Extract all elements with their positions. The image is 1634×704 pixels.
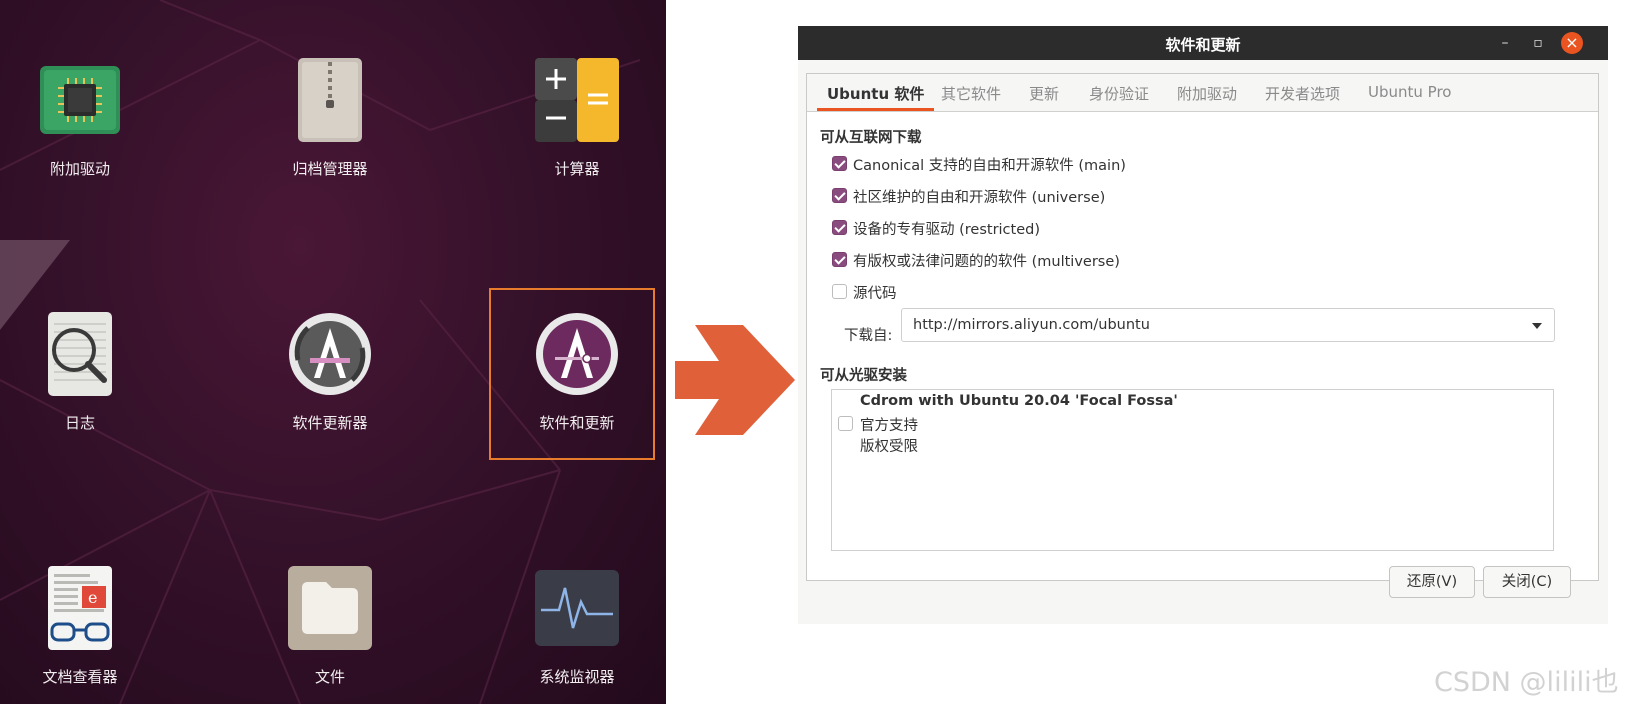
- maximize-button[interactable]: ▫: [1527, 32, 1549, 54]
- checkbox-label: Canonical 支持的自由和开源软件 (main): [853, 158, 1126, 174]
- mirror-server-dropdown[interactable]: http://mirrors.aliyun.com/ubuntu: [901, 308, 1555, 342]
- internet-section-heading: 可从互联网下载: [820, 130, 922, 146]
- revert-button[interactable]: 还原(V): [1389, 566, 1475, 598]
- arrow-right-icon: [675, 325, 795, 435]
- cdrom-line-restricted: 版权受限: [860, 439, 918, 455]
- app-launcher-grid: 附加驱动 归档管理器 计算器 日志 软件更新器 软件和更新 e 文档查看器 文件…: [0, 0, 666, 704]
- folder-icon: [288, 566, 372, 650]
- document-viewer-icon: e: [38, 566, 122, 650]
- checkbox-label: 源代码: [853, 286, 897, 302]
- tab-developer-options[interactable]: 开发者选项: [1265, 83, 1340, 104]
- app-additional-drivers[interactable]: 附加驱动: [0, 58, 160, 179]
- app-label: 系统监视器: [539, 668, 615, 686]
- app-label: 归档管理器: [292, 160, 368, 178]
- tab-notebook: Ubuntu 软件 其它软件 更新 身份验证 附加驱动 开发者选项 Ubuntu…: [806, 73, 1599, 581]
- checkbox-checked[interactable]: [832, 220, 847, 235]
- archive-icon: [288, 58, 372, 142]
- app-label: 附加驱动: [49, 160, 110, 178]
- cdrom-title: Cdrom with Ubuntu 20.04 'Focal Fossa': [860, 393, 1178, 409]
- app-software-updater[interactable]: 软件更新器: [250, 312, 410, 433]
- tab-authentication[interactable]: 身份验证: [1089, 83, 1149, 104]
- tab-additional-drivers[interactable]: 附加驱动: [1177, 83, 1237, 104]
- download-from-label: 下载自:: [844, 328, 893, 344]
- svg-text:e: e: [88, 588, 97, 607]
- cdrom-list[interactable]: Cdrom with Ubuntu 20.04 'Focal Fossa' 官方…: [831, 389, 1554, 551]
- checkbox-checked[interactable]: [832, 252, 847, 267]
- chevron-down-icon[interactable]: [1532, 323, 1542, 329]
- app-archive-manager[interactable]: 归档管理器: [250, 58, 410, 179]
- checkbox-checked[interactable]: [832, 156, 847, 171]
- tab-updates[interactable]: 更新: [1029, 83, 1059, 104]
- window-titlebar[interactable]: 软件和更新 – ▫ ×: [798, 26, 1608, 60]
- app-files[interactable]: 文件: [250, 566, 410, 687]
- app-label: 软件和更新: [539, 414, 615, 432]
- app-document-viewer[interactable]: e 文档查看器: [0, 566, 160, 687]
- checkbox-unchecked[interactable]: [832, 284, 847, 299]
- software-updater-icon: [288, 312, 372, 396]
- checkbox-label: 社区维护的自由和开源软件 (universe): [853, 190, 1106, 206]
- software-properties-icon: [535, 312, 619, 396]
- mirror-server-value: http://mirrors.aliyun.com/ubuntu: [913, 317, 1150, 333]
- close-window-button[interactable]: ×: [1561, 32, 1583, 54]
- checkbox-label: 设备的专有驱动 (restricted): [853, 222, 1040, 238]
- app-label: 文件: [314, 668, 345, 686]
- app-label: 软件更新器: [292, 414, 368, 432]
- software-and-updates-window: 软件和更新 – ▫ × Ubuntu 软件 其它软件 更新 身份验证 附加驱动 …: [798, 26, 1608, 624]
- app-label: 计算器: [554, 160, 600, 178]
- active-tab-indicator: [817, 108, 934, 111]
- cdrom-line-official: 官方支持: [860, 418, 918, 434]
- system-monitor-icon: [535, 566, 619, 650]
- app-label: 文档查看器: [42, 668, 118, 686]
- calculator-icon: [535, 58, 619, 142]
- tab-bar: Ubuntu 软件 其它软件 更新 身份验证 附加驱动 开发者选项 Ubuntu…: [807, 74, 1598, 112]
- minimize-button[interactable]: –: [1494, 32, 1516, 54]
- close-button[interactable]: 关闭(C): [1483, 566, 1571, 598]
- checkbox-label: 有版权或法律问题的的软件 (multiverse): [853, 254, 1120, 270]
- tab-ubuntu-pro[interactable]: Ubuntu Pro: [1368, 83, 1451, 101]
- checkbox-checked[interactable]: [832, 188, 847, 203]
- tab-other-software[interactable]: 其它软件: [941, 83, 1001, 104]
- csdn-watermark: CSDN @lilili也: [1434, 667, 1619, 698]
- magnifier-log-icon: [38, 312, 122, 396]
- app-logs[interactable]: 日志: [0, 312, 160, 433]
- app-label: 日志: [64, 414, 95, 432]
- cdrom-checkbox[interactable]: [838, 416, 853, 431]
- chip-icon: [38, 58, 122, 142]
- app-calculator[interactable]: 计算器: [497, 58, 657, 179]
- cdrom-section-heading: 可从光驱安装: [820, 368, 907, 384]
- tab-ubuntu-software[interactable]: Ubuntu 软件: [827, 83, 924, 104]
- app-system-monitor[interactable]: 系统监视器: [497, 566, 657, 687]
- window-title: 软件和更新: [1165, 36, 1241, 54]
- app-software-properties[interactable]: 软件和更新: [497, 312, 657, 433]
